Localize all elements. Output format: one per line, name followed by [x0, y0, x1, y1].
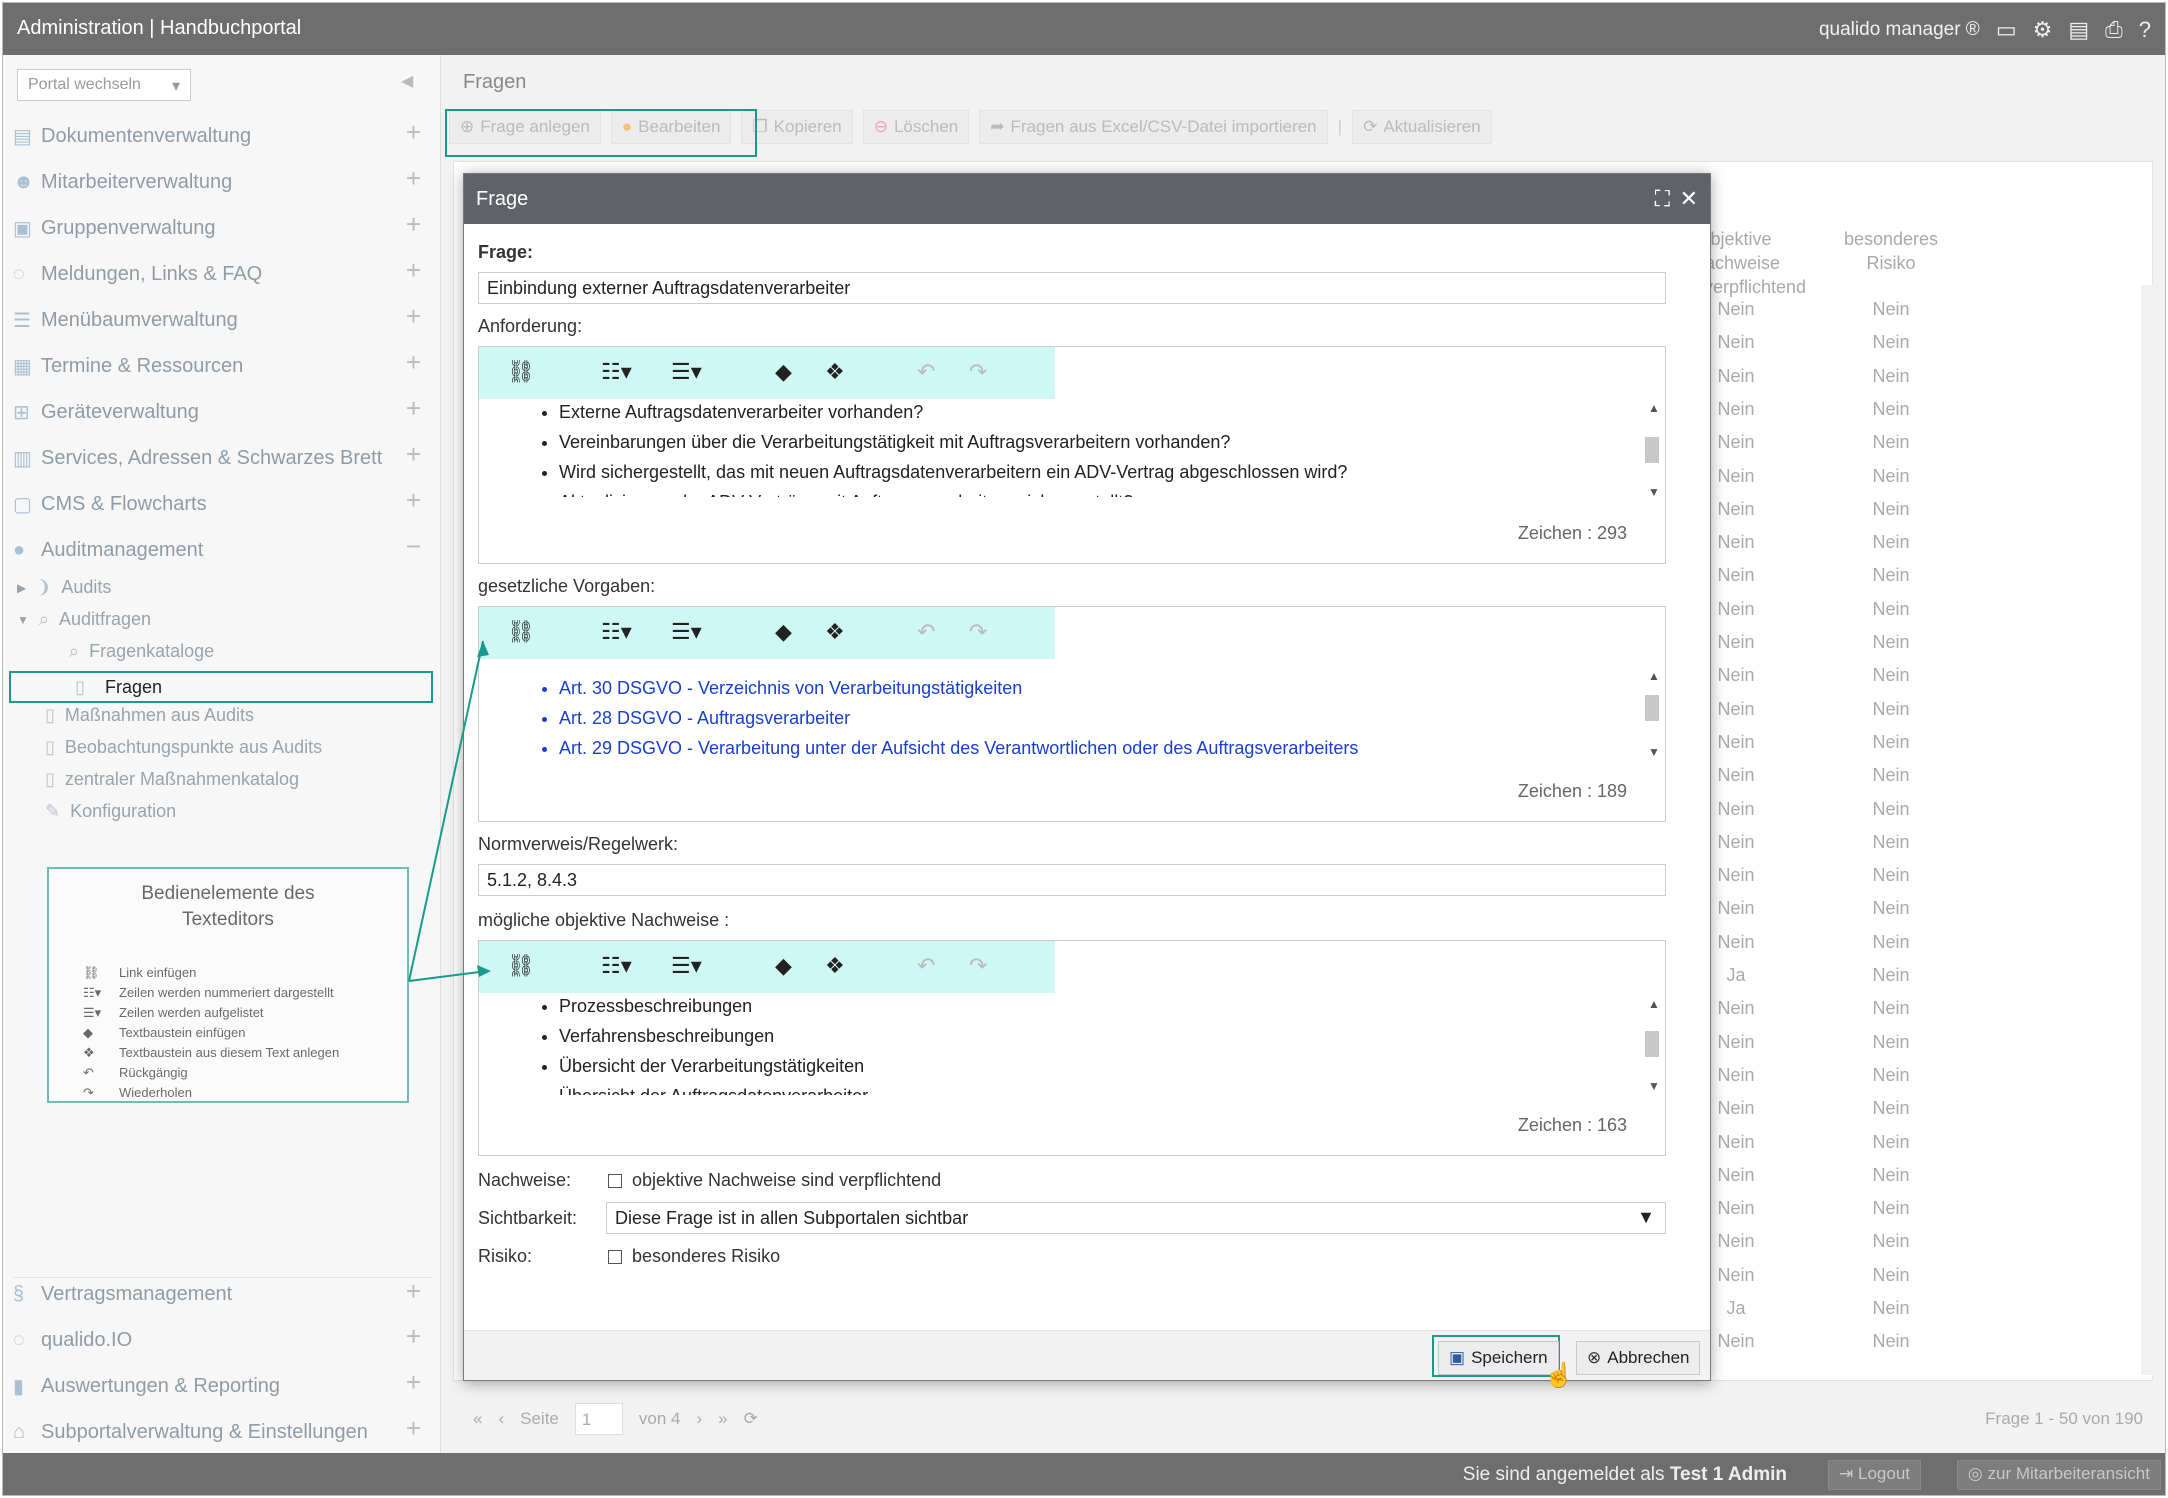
callout-arrows	[408, 640, 491, 982]
arrow-to-legal-toolbar	[408, 640, 484, 982]
arrow-head	[477, 641, 489, 657]
arrow-head	[477, 965, 491, 977]
app-window: Administration | Handbuchportal qualido …	[2, 2, 2166, 1496]
arrow-to-evidence-toolbar	[408, 970, 488, 982]
